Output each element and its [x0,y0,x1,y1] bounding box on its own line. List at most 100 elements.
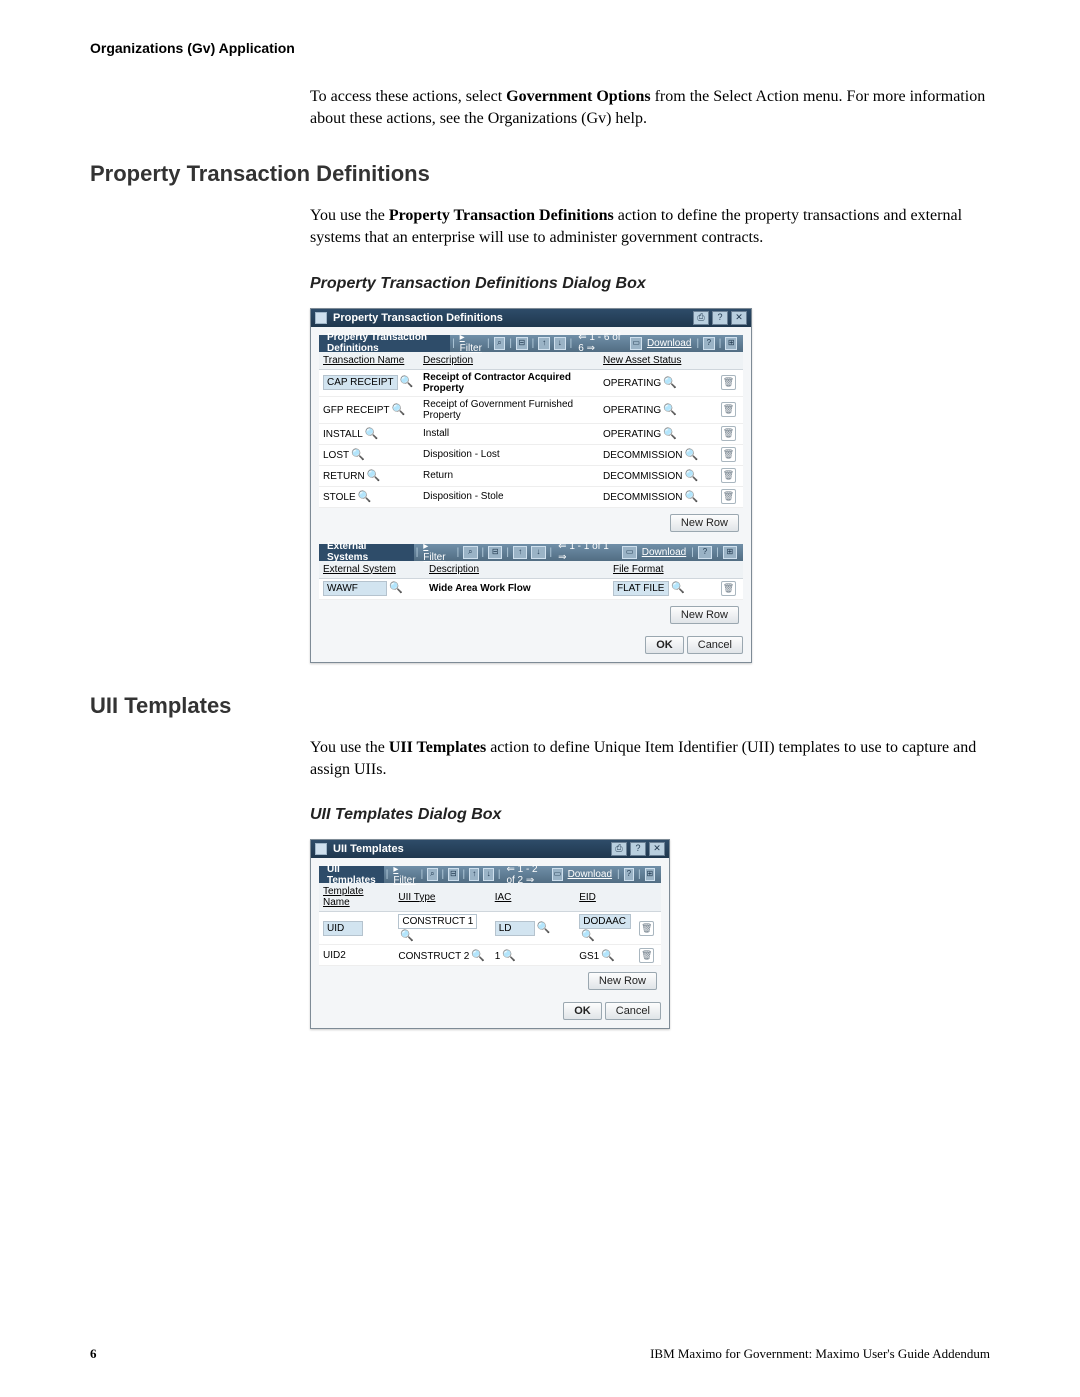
lookup-icon[interactable]: 🔍 [663,376,675,388]
lookup-icon[interactable]: 🔍 [392,403,404,415]
section-title: Property Transaction Definitions [319,335,450,352]
section-help-icon[interactable]: ? [624,868,634,881]
filter-link[interactable]: ▸ Filter [423,541,451,563]
page-footer: 6 IBM Maximo for Government: Maximo User… [90,1346,990,1362]
print-icon[interactable]: ⎙ [611,842,627,856]
col-uii-type[interactable]: UII Type [394,883,490,912]
sort-down-icon[interactable]: ↓ [554,337,566,350]
lookup-icon[interactable]: 🔍 [367,469,379,481]
close-icon[interactable]: ✕ [649,842,665,856]
ok-button[interactable]: OK [563,1002,602,1020]
section-help-icon[interactable]: ? [703,337,715,350]
lookup-icon[interactable]: 🔍 [400,929,412,941]
collapse-icon[interactable]: ⊟ [516,337,528,350]
lookup-icon[interactable]: 🔍 [684,469,696,481]
uii-table: Template Name UII Type IAC EID UID CONST… [319,883,661,966]
table-row[interactable]: STOLE🔍 Disposition - Stole DECOMMISSION🔍… [319,486,743,507]
ext-ff-field[interactable]: FLAT FILE [613,581,669,596]
sort-down-icon[interactable]: ↓ [483,868,493,881]
lookup-icon[interactable]: 🔍 [663,403,675,415]
col-external-system[interactable]: External System [319,561,425,579]
sort-up-icon[interactable]: ↑ [513,546,527,559]
table-row[interactable]: INSTALL🔍 Install OPERATING🔍 🗑 [319,423,743,444]
new-row-button[interactable]: New Row [588,972,657,990]
lookup-icon[interactable]: 🔍 [358,490,370,502]
cancel-button[interactable]: Cancel [687,636,743,654]
lookup-icon[interactable]: 🔍 [351,448,363,460]
col-file-format[interactable]: File Format [609,561,717,579]
trash-icon[interactable]: 🗑 [721,581,736,596]
tpl-eid-field[interactable]: DODAAC [579,914,631,929]
lookup-icon[interactable]: 🔍 [581,929,593,941]
collapse-icon[interactable]: ⊟ [488,546,502,559]
col-description[interactable]: Description [425,561,609,579]
col-description[interactable]: Description [419,352,599,370]
find-icon[interactable]: ⌕ [463,546,477,559]
col-transaction-name[interactable]: Transaction Name [319,352,419,370]
txn-desc: Disposition - Stole [419,486,599,507]
download-link[interactable]: Download [647,338,691,349]
cancel-button[interactable]: Cancel [605,1002,661,1020]
find-icon[interactable]: ⌕ [494,337,506,350]
ext-sys-field[interactable]: WAWF [323,581,387,596]
trash-icon[interactable]: 🗑 [639,921,654,936]
print-icon[interactable]: ⎙ [693,311,709,325]
expand-icon[interactable]: ⊞ [645,868,655,881]
tpl-name-field[interactable]: UID [323,921,363,936]
sort-up-icon[interactable]: ↑ [538,337,550,350]
table-row[interactable]: UID CONSTRUCT 1🔍 LD🔍 DODAAC🔍 🗑 [319,912,661,945]
table-row[interactable]: CAP RECEIPT🔍 Receipt of Contractor Acqui… [319,369,743,396]
trash-icon[interactable]: 🗑 [721,402,736,417]
col-iac[interactable]: IAC [491,883,576,912]
filter-link[interactable]: ▸ Filter [393,864,415,886]
txn-name-field[interactable]: CAP RECEIPT [323,375,398,390]
col-new-asset-status[interactable]: New Asset Status [599,352,717,370]
section-help-icon[interactable]: ? [698,546,712,559]
trash-icon[interactable]: 🗑 [721,489,736,504]
ok-button[interactable]: OK [645,636,684,654]
table-row[interactable]: UID2 CONSTRUCT 2🔍 1🔍 GS1🔍 🗑 [319,945,661,966]
lookup-icon[interactable]: 🔍 [389,581,401,593]
table-row[interactable]: GFP RECEIPT🔍 Receipt of Government Furni… [319,396,743,423]
download-icon[interactable]: ▭ [552,868,562,881]
tpl-iac-field[interactable]: LD [495,921,535,936]
table-row[interactable]: WAWF🔍 Wide Area Work Flow FLAT FILE🔍 🗑 [319,578,743,599]
sort-down-icon[interactable]: ↓ [531,546,545,559]
lookup-icon[interactable]: 🔍 [502,949,514,961]
find-icon[interactable]: ⌕ [427,868,437,881]
lookup-icon[interactable]: 🔍 [365,427,377,439]
lookup-icon[interactable]: 🔍 [601,949,613,961]
lookup-icon[interactable]: 🔍 [684,490,696,502]
trash-icon[interactable]: 🗑 [721,375,736,390]
lookup-icon[interactable]: 🔍 [671,581,683,593]
col-eid[interactable]: EID [575,883,635,912]
new-row-button[interactable]: New Row [670,606,739,624]
lookup-icon[interactable]: 🔍 [471,949,483,961]
help-icon[interactable]: ? [712,311,728,325]
download-icon[interactable]: ▭ [622,546,636,559]
table-row[interactable]: LOST🔍 Disposition - Lost DECOMMISSION🔍 🗑 [319,444,743,465]
trash-icon[interactable]: 🗑 [721,447,736,462]
tpl-type-field[interactable]: CONSTRUCT 1 [398,914,477,929]
collapse-icon[interactable]: ⊟ [448,868,458,881]
col-template-name[interactable]: Template Name [319,883,394,912]
lookup-icon[interactable]: 🔍 [684,448,696,460]
lookup-icon[interactable]: 🔍 [537,921,549,933]
filter-link[interactable]: ▸ Filter [460,332,482,354]
expand-icon[interactable]: ⊞ [723,546,737,559]
help-icon[interactable]: ? [630,842,646,856]
lookup-icon[interactable]: 🔍 [400,375,412,387]
new-row-button[interactable]: New Row [670,514,739,532]
download-link[interactable]: Download [642,547,686,558]
trash-icon[interactable]: 🗑 [721,468,736,483]
trash-icon[interactable]: 🗑 [639,948,654,963]
table-row[interactable]: RETURN🔍 Return DECOMMISSION🔍 🗑 [319,465,743,486]
download-icon[interactable]: ▭ [630,337,642,350]
lookup-icon[interactable]: 🔍 [663,427,675,439]
download-link[interactable]: Download [568,869,612,880]
trash-icon[interactable]: 🗑 [721,426,736,441]
expand-icon[interactable]: ⊞ [725,337,737,350]
tpl-eid: GS1 [579,951,599,962]
sort-up-icon[interactable]: ↑ [469,868,479,881]
close-icon[interactable]: ✕ [731,311,747,325]
